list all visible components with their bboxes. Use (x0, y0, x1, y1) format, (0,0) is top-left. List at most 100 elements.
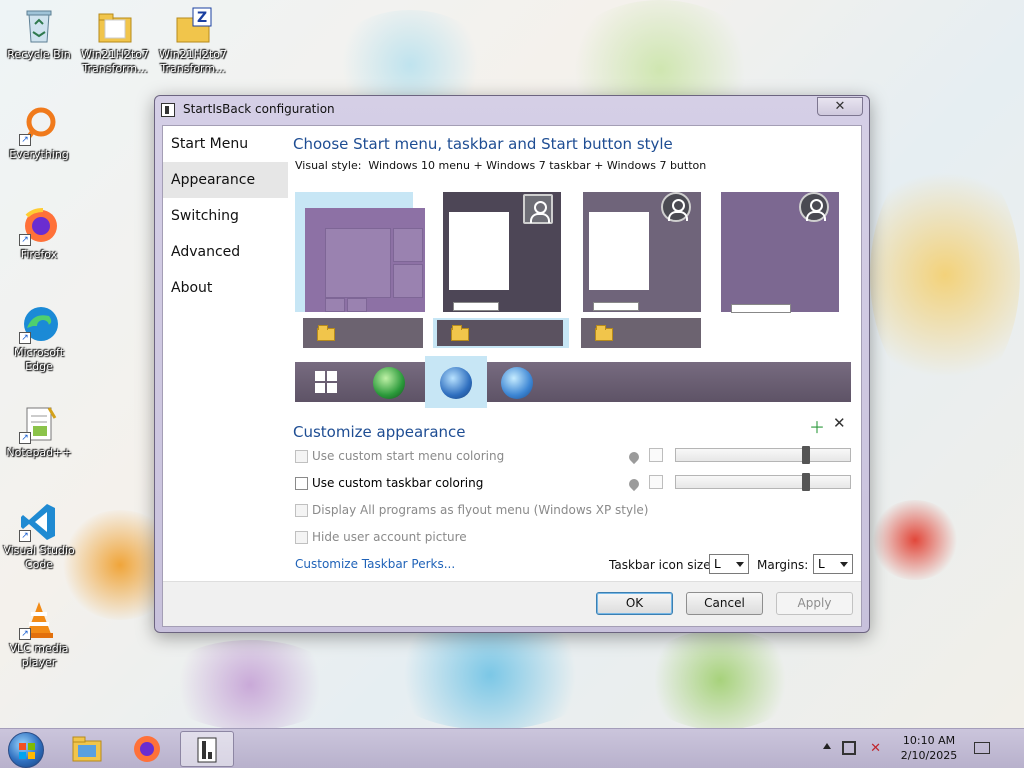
firefox-icon (134, 736, 160, 762)
orb-windows10-icon[interactable] (315, 371, 337, 393)
dialog-footer: OK Cancel Apply (163, 581, 861, 626)
nav-list: Start Menu Appearance Switching Advanced… (163, 126, 288, 581)
clock-date: 2/10/2025 (900, 749, 958, 762)
option-custom-taskbar-coloring[interactable]: Use custom taskbar coloring (295, 475, 483, 491)
vscode-icon: ↗ (19, 502, 59, 542)
orb-clover-icon[interactable] (373, 367, 405, 399)
slider-thumb[interactable] (802, 473, 810, 491)
orb-vista-icon[interactable] (501, 367, 533, 399)
wallpaper-decoration (160, 640, 340, 730)
color-swatch[interactable] (649, 475, 663, 489)
nav-item-start-menu[interactable]: Start Menu (163, 126, 288, 162)
orb-windows7-icon[interactable] (440, 367, 472, 399)
taskbar: ✕ 10:10 AM 2/10/2025 (0, 728, 1024, 768)
customize-perks-link[interactable]: Customize Taskbar Perks... (295, 557, 455, 571)
menu-preview (305, 208, 425, 312)
taskbar-explorer-button[interactable] (60, 731, 114, 767)
desktop-icon-zip[interactable]: Z Win21H2to7 Transform... (156, 6, 230, 76)
chevron-down-icon (840, 562, 848, 567)
customize-heading: Customize appearance (293, 423, 466, 441)
section-heading: Choose Start menu, taskbar and Start but… (293, 135, 673, 153)
ok-button[interactable]: OK (596, 592, 673, 615)
appearance-panel: Choose Start menu, taskbar and Start but… (293, 126, 861, 581)
apply-button[interactable]: Apply (776, 592, 853, 615)
option-hide-user-picture[interactable]: Hide user account picture (295, 529, 467, 545)
notepadpp-icon: ↗ (19, 404, 59, 444)
clock[interactable]: 10:10 AM 2/10/2025 (894, 733, 964, 763)
wallpaper-decoration (640, 630, 800, 730)
taskbar-opacity-slider[interactable] (675, 473, 851, 491)
taskbar-startisback-button[interactable] (180, 731, 234, 767)
checkbox[interactable] (295, 503, 308, 517)
menu-style-windows7[interactable] (443, 192, 561, 312)
volume-muted-icon[interactable]: ✕ (870, 741, 881, 756)
nav-item-switching[interactable]: Switching (163, 198, 288, 234)
menu-style-plain[interactable] (721, 192, 839, 313)
checkbox[interactable] (295, 449, 308, 463)
firefox-icon: ↗ (19, 206, 59, 246)
select-value: L (714, 557, 721, 571)
folder-icon (95, 6, 135, 46)
menu-style-vista[interactable] (583, 192, 701, 312)
option-flyout-menu[interactable]: Display All programs as flyout menu (Win… (295, 502, 648, 518)
action-center-icon[interactable] (974, 742, 990, 754)
user-avatar-icon (661, 192, 691, 222)
show-hidden-icons-chevron-up-icon[interactable] (823, 743, 831, 749)
desktop-icon-vlc[interactable]: ↗ VLC media player (2, 600, 76, 670)
icon-size-select[interactable]: L (709, 554, 749, 574)
nav-item-about[interactable]: About (163, 270, 288, 306)
user-avatar-icon (523, 194, 553, 224)
desktop-icon-label: VLC media player (9, 642, 69, 669)
close-button[interactable]: ✕ (817, 97, 863, 116)
desktop-icon-label: Win21H2to7 Transform... (81, 48, 149, 75)
start-opacity-slider[interactable] (675, 446, 851, 464)
desktop-icon-label: Firefox (20, 248, 58, 261)
slider-thumb[interactable] (802, 446, 810, 464)
svg-text:Z: Z (197, 10, 207, 26)
zip-archive-icon: Z (173, 6, 213, 46)
recycle-bin-icon (19, 6, 59, 46)
remove-icon[interactable]: ✕ (833, 414, 846, 432)
desktop-icon-vscode[interactable]: ↗ Visual Studio Code (2, 502, 76, 572)
folder-icon (72, 736, 102, 762)
taskbar-style-1[interactable] (303, 318, 423, 348)
desktop-icon-label: Recycle Bin (7, 48, 71, 61)
checkbox[interactable] (295, 530, 308, 544)
desktop-icon-everything[interactable]: ↗ Everything (2, 106, 76, 162)
desktop-icon-recycle-bin[interactable]: Recycle Bin (2, 6, 76, 62)
option-custom-start-coloring[interactable]: Use custom start menu coloring (295, 448, 504, 464)
option-label: Use custom start menu coloring (312, 449, 505, 463)
desktop-icon-label: Win21H2to7 Transform... (159, 48, 227, 75)
margins-label: Margins: (757, 558, 809, 572)
desktop-icon-folder[interactable]: Win21H2to7 Transform... (78, 6, 152, 76)
nav-item-advanced[interactable]: Advanced (163, 234, 288, 270)
desktop-icon-firefox[interactable]: ↗ Firefox (2, 206, 76, 262)
chevron-down-icon (736, 562, 744, 567)
network-icon[interactable] (842, 741, 856, 755)
folder-icon (317, 325, 335, 341)
startisback-config-dialog: StartIsBack configuration ✕ Start Menu A… (154, 95, 870, 633)
margins-select[interactable]: L (813, 554, 853, 574)
desktop-icon-label: Notepad++ (6, 446, 72, 459)
dialog-titlebar[interactable]: StartIsBack configuration ✕ (155, 96, 869, 124)
taskbar-style-3[interactable] (581, 318, 701, 348)
wallpaper-decoration (380, 620, 600, 730)
taskbar-style-2[interactable] (433, 318, 569, 348)
start-button[interactable] (8, 732, 44, 768)
option-label: Hide user account picture (312, 530, 467, 544)
checkbox[interactable] (295, 476, 308, 490)
visual-style-row: Visual style: Windows 10 menu + Windows … (295, 159, 706, 172)
add-icon[interactable]: ＋ (809, 414, 825, 438)
folder-icon (451, 325, 469, 341)
nav-item-appearance[interactable]: Appearance (163, 162, 288, 198)
vlc-icon: ↗ (19, 600, 59, 640)
menu-style-windows10[interactable] (295, 192, 425, 312)
user-avatar-icon (799, 192, 829, 222)
taskbar-firefox-button[interactable] (120, 731, 174, 767)
select-value: L (818, 557, 825, 571)
app-icon (161, 103, 175, 117)
desktop-icon-notepadpp[interactable]: ↗ Notepad++ (2, 404, 76, 460)
color-swatch[interactable] (649, 448, 663, 462)
cancel-button[interactable]: Cancel (686, 592, 763, 615)
desktop-icon-edge[interactable]: ↗ Microsoft Edge (2, 304, 76, 374)
